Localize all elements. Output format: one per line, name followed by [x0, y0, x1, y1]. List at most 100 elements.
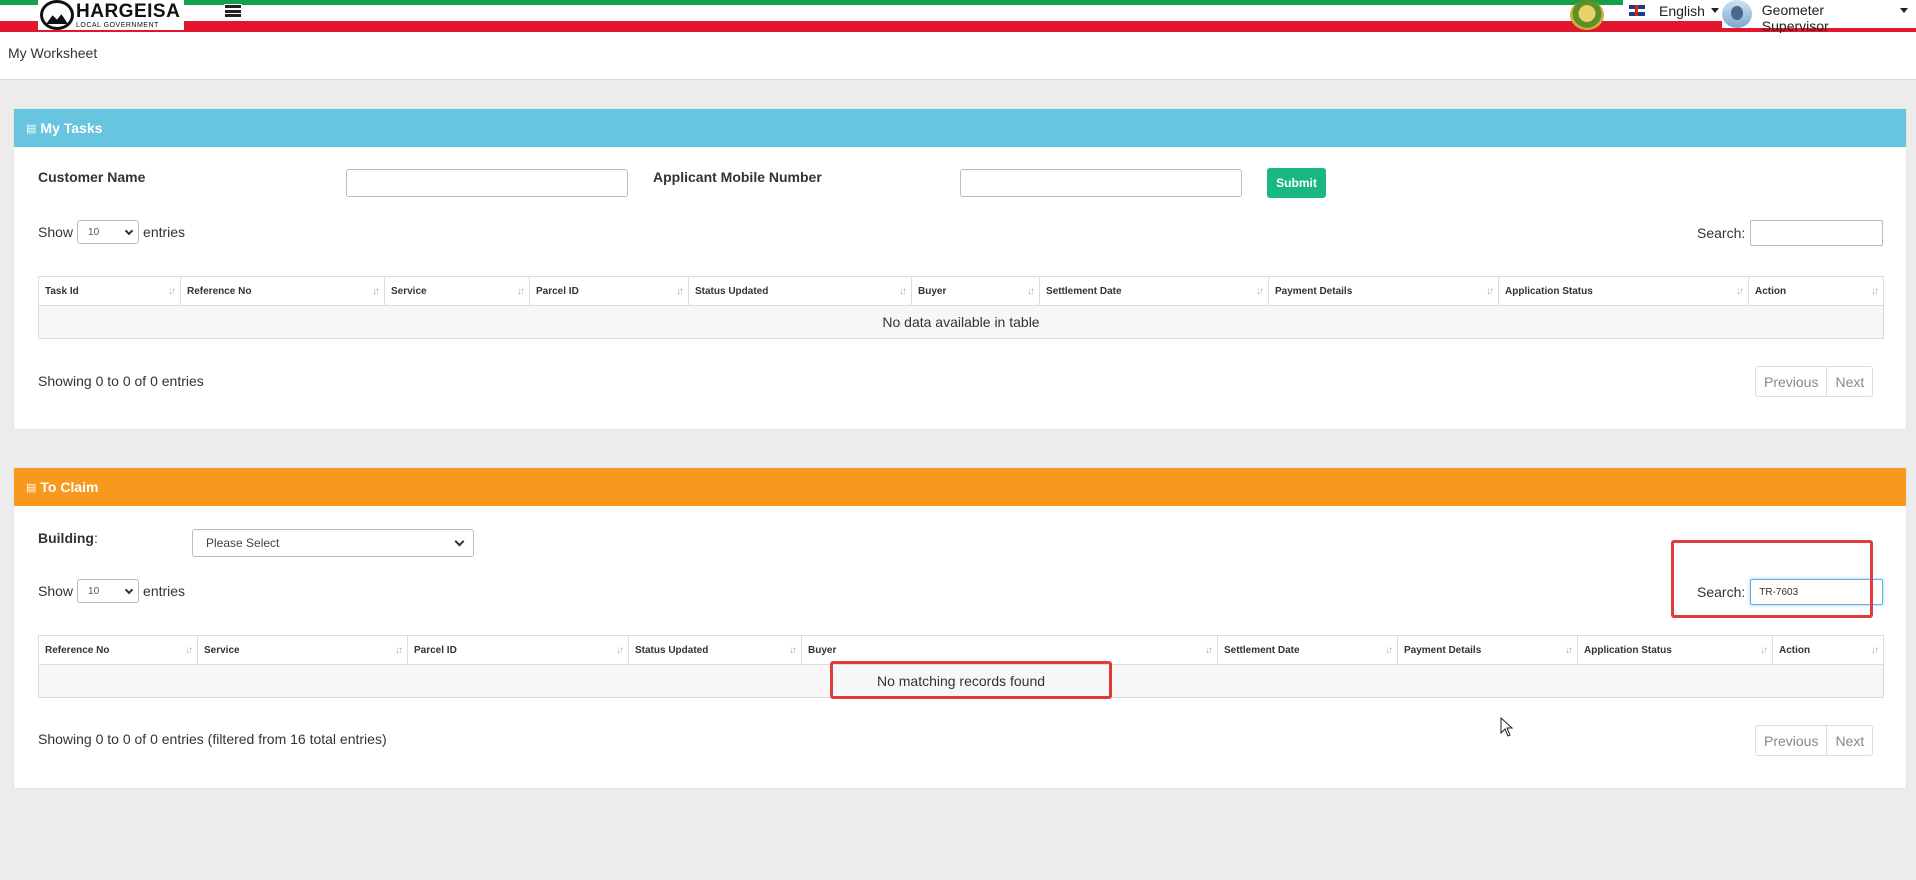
panel-icon: ▤ [26, 122, 37, 135]
submit-button[interactable]: Submit [1267, 168, 1326, 198]
column-header-label: Payment Details [1404, 644, 1482, 656]
logo-emblem-icon [40, 0, 74, 30]
column-header-application-status[interactable]: Application Status ↓↑ [1498, 276, 1749, 306]
column-header-action[interactable]: Action ↓↑ [1772, 635, 1884, 665]
building-select[interactable]: Please Select [192, 529, 474, 557]
my-tasks-title: My Tasks [40, 120, 103, 136]
column-header-parcel-id[interactable]: Parcel ID ↓↑ [407, 635, 629, 665]
sort-icon: ↓↑ [395, 645, 403, 656]
column-header-label: Status Updated [635, 644, 709, 656]
pagination: Previous Next [1755, 725, 1874, 756]
government-seal-icon [1570, 0, 1604, 30]
entries-label: entries [143, 583, 186, 599]
sort-icon: ↓↑ [1871, 645, 1879, 656]
column-header-status-updated[interactable]: Status Updated ↓↑ [688, 276, 912, 306]
entries-length-control: Show 10 entries [38, 220, 185, 244]
page-title: My Worksheet [8, 45, 98, 61]
column-header-label: Service [204, 644, 240, 656]
table-info: Showing 0 to 0 of 0 entries (filtered fr… [38, 731, 387, 747]
sort-icon: ↓↑ [517, 286, 525, 297]
empty-table-message: No data available in table [38, 305, 1884, 339]
column-header-label: Parcel ID [536, 285, 579, 297]
sort-icon: ↓↑ [1256, 286, 1264, 297]
column-header-reference-no[interactable]: Reference No ↓↑ [38, 635, 198, 665]
previous-button[interactable]: Previous [1756, 367, 1827, 396]
tasks-table: Task Id ↓↑ Reference No ↓↑ Service ↓↑ Parcel I… [38, 276, 1884, 339]
column-header-action[interactable]: Action ↓↑ [1748, 276, 1884, 306]
column-header-label: Settlement Date [1046, 285, 1122, 297]
hargeisa-logo[interactable]: HARGEISA LOCAL GOVERNMENT [38, 0, 185, 30]
column-header-service[interactable]: Service ↓↑ [384, 276, 530, 306]
result-highlight-box [830, 661, 1112, 699]
sort-icon: ↓↑ [676, 286, 684, 297]
to-claim-panel: ▤ To Claim Building: Please Select Show … [13, 467, 1907, 789]
building-select-value: Please Select [206, 536, 280, 550]
to-claim-panel-header: ▤ To Claim [14, 468, 1906, 506]
column-header-label: Application Status [1505, 285, 1593, 297]
column-header-service[interactable]: Service ↓↑ [197, 635, 408, 665]
column-header-label: Payment Details [1275, 285, 1353, 297]
column-header-task-id[interactable]: Task Id ↓↑ [38, 276, 181, 306]
sort-icon: ↓↑ [1486, 286, 1494, 297]
column-header-label: Service [391, 285, 427, 297]
top-navbar: HARGEISA LOCAL GOVERNMENT English Geomet… [0, 0, 1916, 34]
column-header-payment-details[interactable]: Payment Details ↓↑ [1268, 276, 1499, 306]
language-dropdown[interactable]: English [1623, 0, 1725, 21]
building-label: Building: [38, 530, 98, 546]
next-button[interactable]: Next [1826, 726, 1873, 755]
logo-subtitle: LOCAL GOVERNMENT [76, 21, 159, 29]
search-label: Search: [1697, 225, 1746, 241]
user-avatar [1722, 0, 1752, 28]
chevron-down-icon [124, 585, 134, 594]
column-header-label: Reference No [45, 644, 110, 656]
show-label: Show [38, 224, 74, 240]
pagination: Previous Next [1755, 366, 1874, 397]
entries-select-value: 10 [88, 585, 100, 597]
column-header-buyer[interactable]: Buyer ↓↑ [911, 276, 1040, 306]
table-row: No data available in table [38, 305, 1884, 339]
column-header-application-status[interactable]: Application Status ↓↑ [1577, 635, 1773, 665]
tasks-search-input[interactable] [1750, 220, 1884, 246]
column-header-label: Status Updated [695, 285, 769, 297]
logo-name: HARGEISA [76, 0, 181, 22]
entries-select[interactable]: 10 [77, 579, 140, 603]
column-header-payment-details[interactable]: Payment Details ↓↑ [1397, 635, 1578, 665]
column-header-label: Buyer [918, 285, 947, 297]
sort-icon: ↓↑ [1736, 286, 1744, 297]
tasks-search: Search: [1697, 220, 1884, 246]
sort-icon: ↓↑ [1760, 645, 1768, 656]
column-header-settlement-date[interactable]: Settlement Date ↓↑ [1217, 635, 1398, 665]
column-header-label: Reference No [187, 285, 252, 297]
entries-select[interactable]: 10 [77, 220, 140, 244]
column-header-status-updated[interactable]: Status Updated ↓↑ [628, 635, 802, 665]
sort-icon: ↓↑ [1565, 645, 1573, 656]
column-header-settlement-date[interactable]: Settlement Date ↓↑ [1039, 276, 1269, 306]
customer-name-input[interactable] [346, 169, 628, 197]
sort-icon: ↓↑ [1205, 645, 1213, 656]
table-info: Showing 0 to 0 of 0 entries [38, 373, 204, 389]
user-menu-dropdown[interactable]: Geometer Supervisor [1722, 0, 1916, 34]
column-header-label: Settlement Date [1224, 644, 1300, 656]
my-tasks-panel: ▤ My Tasks Customer Name Applicant Mobil… [13, 108, 1907, 430]
column-header-label: Action [1779, 644, 1811, 656]
sort-icon: ↓↑ [789, 645, 797, 656]
customer-name-label: Customer Name [38, 169, 146, 185]
entries-length-control: Show 10 entries [38, 579, 185, 603]
next-button[interactable]: Next [1826, 367, 1873, 396]
entries-select-value: 10 [88, 226, 100, 238]
mobile-number-input[interactable] [960, 169, 1242, 197]
sort-icon: ↓↑ [616, 645, 624, 656]
chevron-down-icon [454, 536, 465, 547]
table-header-row: Task Id ↓↑ Reference No ↓↑ Service ↓↑ Parcel I… [38, 276, 1884, 306]
sort-icon: ↓↑ [899, 286, 907, 297]
mouse-cursor-icon [1500, 717, 1514, 737]
previous-button[interactable]: Previous [1756, 726, 1827, 755]
search-highlight-box [1671, 540, 1873, 618]
column-header-reference-no[interactable]: Reference No ↓↑ [180, 276, 385, 306]
sort-icon: ↓↑ [168, 286, 176, 297]
hamburger-menu-icon[interactable] [224, 4, 242, 18]
column-header-label: Task Id [45, 285, 79, 297]
column-header-parcel-id[interactable]: Parcel ID ↓↑ [529, 276, 689, 306]
show-label: Show [38, 583, 74, 599]
panel-icon: ▤ [26, 481, 37, 494]
